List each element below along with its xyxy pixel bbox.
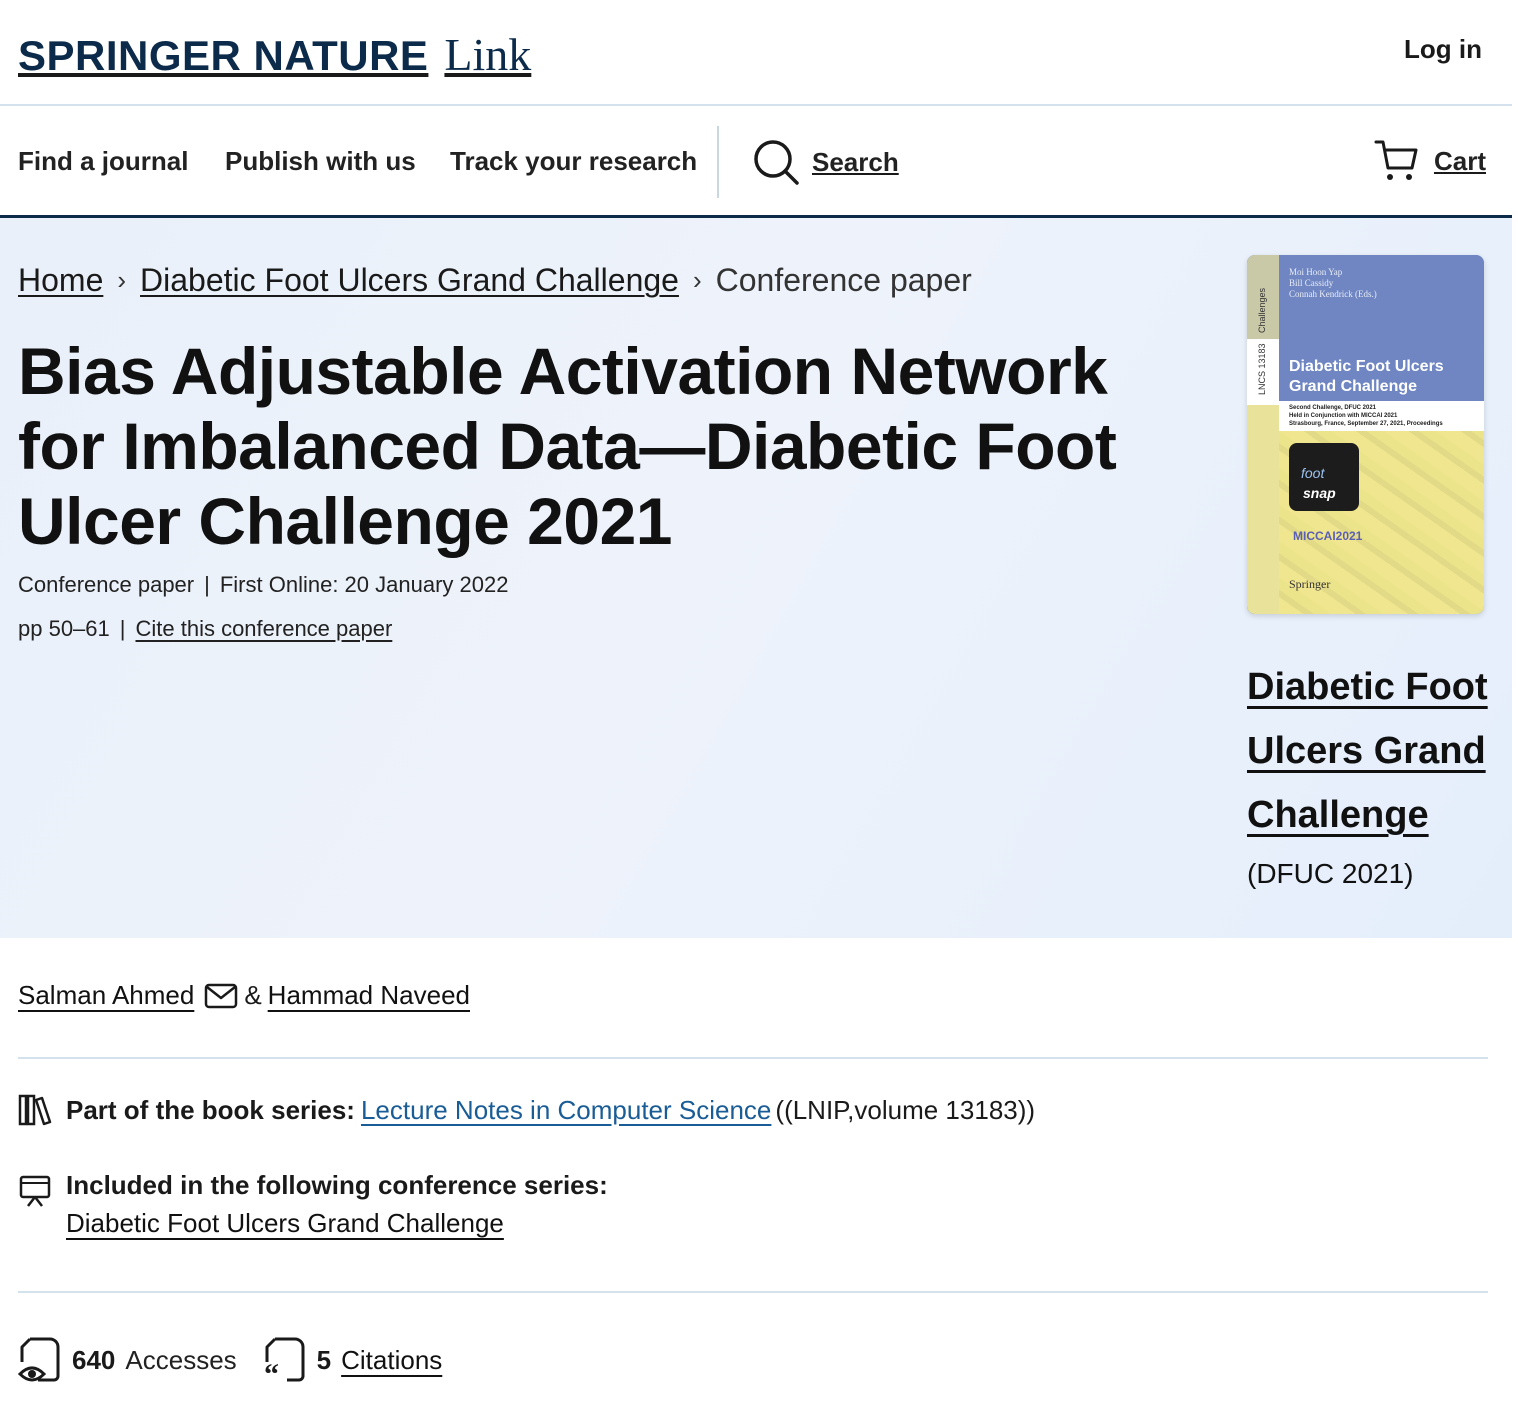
book-series-volume: ((LNIP,volume 13183)) (775, 1094, 1036, 1125)
search-button[interactable]: Search (752, 138, 899, 186)
footsnap-logo: foot snap (1289, 443, 1359, 511)
book-title-link[interactable]: Diabetic Foot Ulcers Grand Challenge (1247, 655, 1497, 847)
breadcrumb-current: Conference paper (715, 262, 972, 298)
footsnap-logo-line2: snap (1303, 485, 1336, 501)
breadcrumb: Home › Diabetic Foot Ulcers Grand Challe… (18, 262, 972, 299)
cite-paper-link[interactable]: Cite this conference paper (135, 616, 392, 641)
nav-find-journal[interactable]: Find a journal (18, 146, 188, 177)
chevron-right-icon: › (692, 265, 702, 295)
chevron-right-icon: › (117, 265, 127, 295)
meta-separator: | (119, 616, 126, 641)
books-icon (18, 1094, 52, 1126)
cover-spine-low (1247, 405, 1279, 614)
login-link[interactable]: Log in (1404, 34, 1482, 65)
cover-title-line: Grand Challenge (1289, 378, 1418, 395)
nav-divider (717, 126, 719, 198)
cover-spine-series: Challenges (1257, 287, 1267, 333)
author-separator: & (244, 980, 262, 1010)
springer-publisher-mark: Springer (1289, 577, 1331, 591)
book-series-label: Part of the book series: (66, 1094, 355, 1125)
article-type: Conference paper (18, 572, 195, 597)
page-range: pp 50–61 (18, 616, 110, 641)
citations-metric: “ 5 Citations (263, 1336, 442, 1384)
accesses-count: 640 (72, 1344, 116, 1375)
divider (18, 1291, 1488, 1293)
cover-spine-lncs: LNCS 13183 (1257, 343, 1267, 395)
author-link[interactable]: Salman Ahmed (18, 980, 194, 1011)
cover-editor: Moi Hoon Yap (1289, 267, 1343, 277)
logo-link-word: Link (444, 29, 532, 80)
breadcrumb-home[interactable]: Home (18, 262, 103, 299)
logo-brand: SPRINGER NATURE (18, 32, 429, 79)
article-meta-line-2: pp 50–61 | Cite this conference paper (18, 616, 392, 642)
author-link[interactable]: Hammad Naveed (268, 980, 470, 1011)
cart-label: Cart (1433, 145, 1486, 176)
miccai-logo: MICCAI2021 (1293, 529, 1363, 543)
presentation-icon (19, 1175, 51, 1207)
accesses-label: Accesses (125, 1344, 237, 1375)
book-subtitle: (DFUC 2021) (1247, 858, 1414, 889)
cover-subtitle-line: Second Challenge, DFUC 2021 (1289, 405, 1377, 411)
nav-publish-with-us[interactable]: Publish with us (225, 146, 416, 177)
conference-series-label: Included in the following conference ser… (66, 1170, 608, 1200)
book-cover[interactable]: Challenges LNCS 13183 Moi Hoon Yap Bill … (1247, 255, 1484, 614)
article-title: Bias Adjustable Activation Network for I… (18, 334, 1117, 558)
accesses-eye-icon (18, 1337, 60, 1382)
cover-editor: Bill Cassidy (1289, 278, 1334, 288)
springer-nature-link-logo[interactable]: SPRINGER NATURE Link (18, 28, 531, 81)
accesses-metric: 640 Accesses (18, 1336, 237, 1384)
cover-title: Diabetic Foot Ulcers Grand Challenge (1289, 357, 1444, 397)
search-icon (754, 140, 799, 185)
breadcrumb-book[interactable]: Diabetic Foot Ulcers Grand Challenge (140, 262, 679, 299)
article-meta-line-1: Conference paper | First Online: 20 Januar… (18, 572, 508, 598)
book-series-link[interactable]: Lecture Notes in Computer Science (361, 1095, 771, 1126)
footsnap-logo-line1: foot (1301, 465, 1325, 481)
author-list: Salman Ahmed & Hammad Naveed (18, 980, 470, 1011)
citations-count: 5 (316, 1344, 332, 1375)
cover-editors: Moi Hoon Yap Bill Cassidy Connah Kendric… (1289, 267, 1377, 300)
email-icon[interactable] (204, 983, 238, 1009)
citations-link[interactable]: Citations (341, 1345, 442, 1376)
top-bar: SPRINGER NATURE Link Log in (0, 0, 1512, 106)
cover-subtitle-line: Strasbourg, France, September 27, 2021, … (1289, 421, 1443, 427)
article-hero: Home › Diabetic Foot Ulcers Grand Challe… (0, 218, 1512, 938)
cover-title-line: Diabetic Foot Ulcers (1289, 358, 1444, 375)
divider (18, 1057, 1488, 1059)
article-metrics: 640 Accesses “ 5 Citations (18, 1336, 468, 1384)
cover-subtitle-line: Held in Conjunction with MICCAI 2021 (1289, 413, 1398, 419)
first-online-date: First Online: 20 January 2022 (219, 572, 509, 597)
main-nav: Find a journal Publish with us Track you… (0, 106, 1512, 218)
cover-editor: Connah Kendrick (Eds.) (1289, 289, 1377, 299)
svg-text:“: “ (264, 1358, 279, 1384)
meta-separator: | (204, 572, 210, 597)
cover-subtitle: Second Challenge, DFUC 2021 Held in Conj… (1279, 401, 1484, 431)
citations-quote-icon: “ (264, 1337, 305, 1384)
nav-track-research[interactable]: Track your research (450, 146, 697, 177)
cart-icon (1374, 140, 1418, 180)
search-label: Search (812, 146, 899, 177)
conference-series-link[interactable]: Diabetic Foot Ulcers Grand Challenge (66, 1208, 504, 1239)
cart-button[interactable]: Cart (1374, 138, 1486, 184)
book-series-row: Part of the book series: Lecture Notes i… (18, 1094, 1035, 1126)
